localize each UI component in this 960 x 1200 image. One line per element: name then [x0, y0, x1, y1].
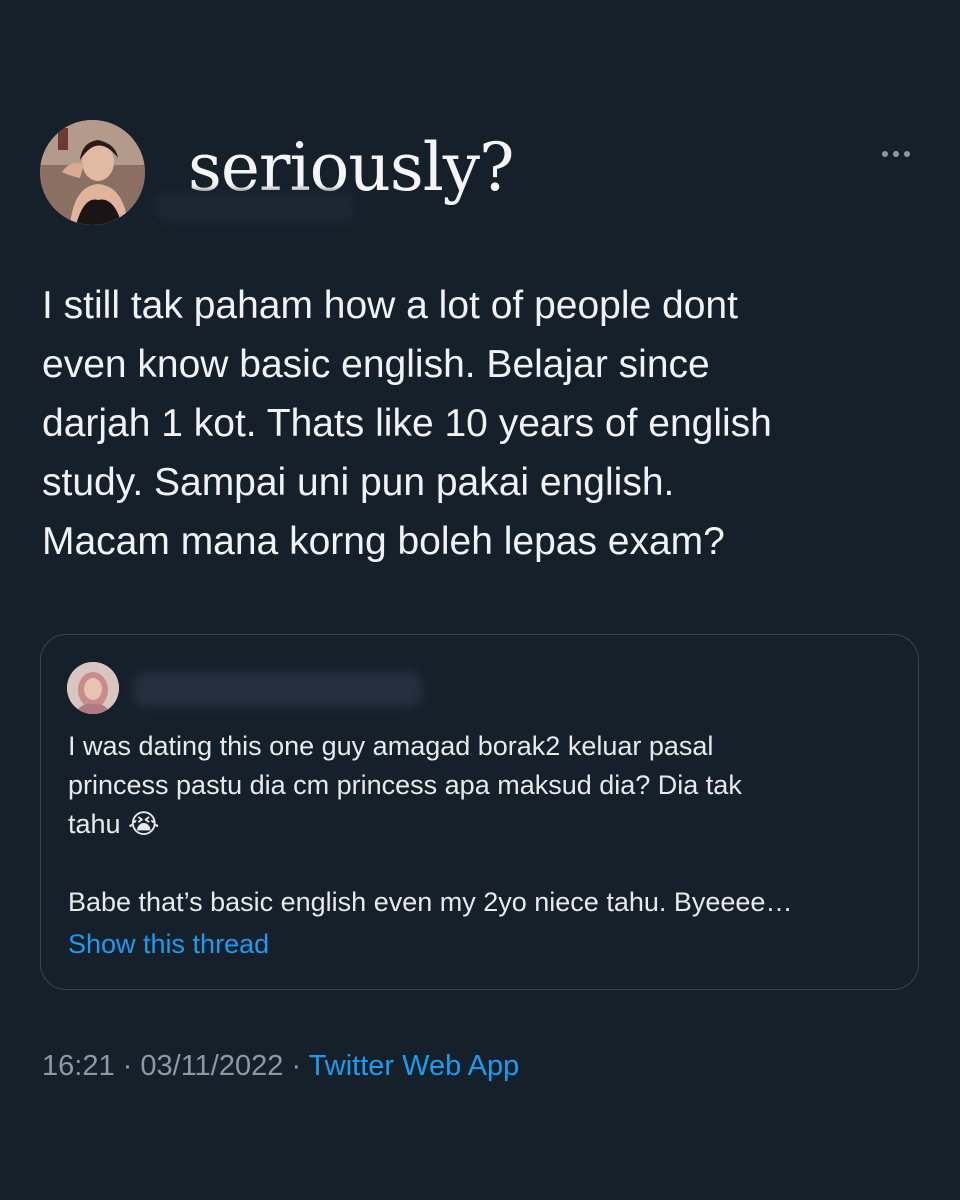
profile-photo-icon	[67, 662, 119, 714]
more-options-button[interactable]	[872, 140, 920, 168]
show-thread-link[interactable]: Show this thread	[68, 925, 269, 964]
author-handle-redacted	[155, 192, 355, 222]
quoted-tweet-card[interactable]: I was dating this one guy amagad borak2 …	[40, 634, 919, 990]
tweet-date[interactable]: 03/11/2022	[140, 1050, 283, 1082]
tweet-time[interactable]: 16:21	[42, 1050, 115, 1082]
quoted-author-avatar[interactable]	[67, 662, 119, 714]
author-avatar[interactable]	[40, 120, 145, 225]
profile-photo-icon	[40, 120, 145, 225]
more-horizontal-icon	[882, 151, 888, 157]
meta-separator: ·	[122, 1050, 133, 1082]
tweet-text: I still tak paham how a lot of people do…	[42, 284, 772, 563]
quoted-tweet-text: I was dating this one guy amagad borak2 …	[68, 731, 793, 917]
quoted-author-name-redacted	[133, 671, 423, 707]
tweet: seriously? I still tak paham how a lot o…	[0, 0, 960, 1200]
meta-separator: ·	[291, 1050, 302, 1082]
tweet-metadata: 16:21 · 03/11/2022 · Twitter Web App	[42, 1046, 519, 1086]
tweet-source-link[interactable]: Twitter Web App	[309, 1050, 520, 1082]
